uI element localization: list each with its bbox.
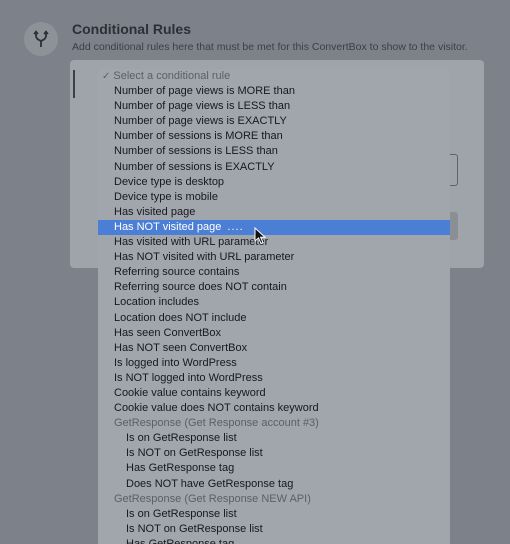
dropdown-option[interactable]: Cookie value does NOT contains keyword	[98, 401, 450, 416]
dropdown-option[interactable]: Referring source contains	[98, 265, 450, 280]
dropdown-option[interactable]: Has seen ConvertBox	[98, 326, 450, 341]
mouse-cursor-icon	[254, 227, 267, 245]
dropdown-option[interactable]: Is NOT on GetResponse list	[98, 522, 450, 537]
dropdown-option[interactable]: Device type is desktop	[98, 175, 450, 190]
dropdown-option[interactable]: Has visited page	[98, 205, 450, 220]
dropdown-option[interactable]: Referring source does NOT contain	[98, 280, 450, 295]
panel-accent-bar	[73, 70, 75, 98]
dropdown-option[interactable]: Has GetResponse tag	[98, 461, 450, 476]
option-group-label: GetResponse (Get Response account #3)	[114, 417, 319, 430]
dropdown-option[interactable]: Location includes	[98, 295, 450, 310]
dropdown-option[interactable]: Number of page views is MORE than	[98, 84, 450, 99]
dropdown-placeholder-option[interactable]: ✓ Select a conditional rule	[98, 69, 450, 84]
dropdown-option[interactable]: Has GetResponse tag	[98, 537, 450, 544]
dropdown-option[interactable]: Has visited with URL parameter	[98, 235, 450, 250]
section-description: Add conditional rules here that must be …	[72, 41, 468, 53]
checkmark-icon: ✓	[102, 71, 111, 82]
section-title: Conditional Rules	[72, 21, 191, 37]
selected-option-suffix: ....	[227, 220, 244, 233]
dropdown-option[interactable]: Number of page views is EXACTLY	[98, 114, 450, 129]
dropdown-option[interactable]: Has NOT visited with URL parameter	[98, 250, 450, 265]
dropdown-option[interactable]: Cookie value contains keyword	[98, 386, 450, 401]
conditional-rule-dropdown[interactable]: ✓ Select a conditional rule Number of pag…	[98, 69, 450, 544]
dropdown-option[interactable]: Number of sessions is LESS than	[98, 144, 450, 159]
dropdown-option[interactable]: Number of sessions is EXACTLY	[98, 160, 450, 175]
dropdown-option[interactable]: Has NOT seen ConvertBox	[98, 341, 450, 356]
dropdown-option[interactable]: Does NOT have GetResponse tag	[98, 477, 450, 492]
dropdown-option[interactable]: Is NOT on GetResponse list	[98, 446, 450, 461]
dropdown-option[interactable]: Is on GetResponse list	[98, 431, 450, 446]
dropdown-option[interactable]: Device type is mobile	[98, 190, 450, 205]
dropdown-option[interactable]: Is on GetResponse list	[98, 507, 450, 522]
dropdown-option[interactable]: Is NOT logged into WordPress	[98, 371, 450, 386]
dropdown-option[interactable]: Number of page views is LESS than	[98, 99, 450, 114]
dropdown-option[interactable]: Has NOT visited page....	[98, 219, 450, 236]
dropdown-option[interactable]: Number of sessions is MORE than	[98, 129, 450, 144]
branch-icon	[24, 22, 58, 56]
dropdown-option[interactable]: Location does NOT include	[98, 311, 450, 326]
option-group-label: GetResponse (Get Response NEW API)	[114, 492, 311, 505]
dropdown-option[interactable]: Is logged into WordPress	[98, 356, 450, 371]
